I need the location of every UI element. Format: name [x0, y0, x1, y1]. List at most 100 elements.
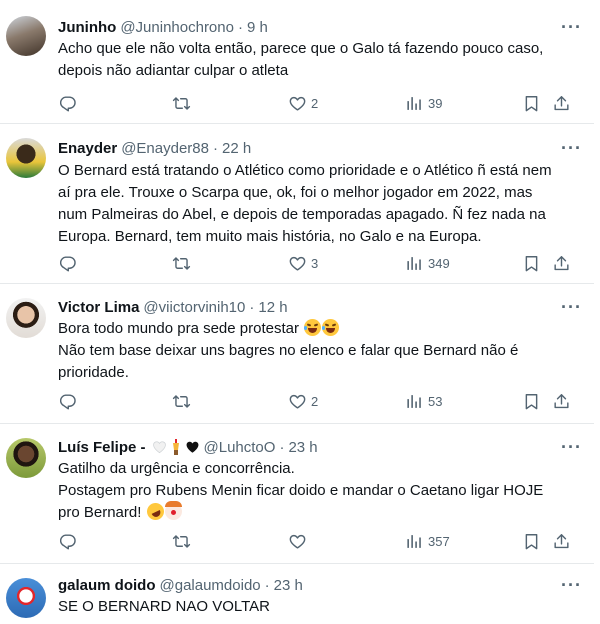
reply-button[interactable] [58, 529, 77, 553]
bookmark-icon [522, 254, 541, 273]
more-icon[interactable]: ··· [561, 296, 582, 318]
timestamp[interactable]: 22 h [222, 140, 251, 157]
author-name[interactable]: Luís Felipe - [58, 439, 146, 456]
tweet-card[interactable]: Victor Lima @viictorvinih10 · 12 h ··· B… [0, 284, 594, 424]
tweet-text: Acho que ele não volta então, parece que… [58, 38, 586, 82]
views-chart-icon [405, 94, 424, 113]
views-button[interactable]: 39 [405, 91, 442, 115]
reply-icon [58, 254, 77, 273]
like-button[interactable]: 2 [288, 91, 318, 115]
text-content: pro Bernard! [58, 504, 142, 521]
tweet-text: Bora todo mundo pra sede protestar Não t… [58, 318, 586, 384]
reply-icon [58, 94, 77, 113]
author-handle[interactable]: @viictorvinih10 [143, 299, 245, 316]
retweet-button[interactable] [172, 529, 191, 553]
reply-icon [58, 392, 77, 411]
tweet-card[interactable]: Enayder @Enayder88 · 22 h ··· O Bernard … [0, 124, 594, 284]
bookmark-button[interactable] [522, 251, 541, 275]
retweet-button[interactable] [172, 251, 191, 275]
text-line: Bora todo mundo pra sede protestar [58, 318, 586, 340]
views-button[interactable]: 357 [405, 529, 450, 553]
separator: · [279, 438, 285, 456]
text-line: Acho que ele não volta então, parece que… [58, 40, 544, 57]
retweet-icon [172, 532, 191, 551]
more-icon[interactable]: ··· [561, 436, 582, 458]
more-icon[interactable]: ··· [561, 574, 582, 596]
like-button[interactable] [288, 529, 311, 553]
like-count: 2 [311, 95, 319, 111]
tweet-header: Luís Felipe - @LuhctoO · 23 h [58, 436, 318, 458]
name-emojis [152, 439, 200, 455]
more-icon[interactable]: ··· [561, 137, 582, 159]
avatar[interactable] [6, 438, 46, 478]
share-button[interactable] [552, 389, 571, 413]
author-name[interactable]: Enayder [58, 140, 117, 157]
views-chart-icon [405, 254, 424, 273]
share-icon [552, 94, 571, 113]
author-handle[interactable]: @LuhctoO [204, 439, 276, 456]
like-button[interactable]: 2 [288, 389, 318, 413]
views-button[interactable]: 53 [405, 389, 442, 413]
timestamp[interactable]: 23 h [288, 439, 317, 456]
share-button[interactable] [552, 251, 571, 275]
retweet-button[interactable] [172, 389, 191, 413]
rooster-icon [172, 439, 179, 455]
avatar[interactable] [6, 138, 46, 178]
retweet-button[interactable] [172, 91, 191, 115]
views-button[interactable]: 349 [405, 251, 450, 275]
like-count: 2 [311, 393, 319, 409]
bookmark-button[interactable] [522, 91, 541, 115]
heart-icon [288, 94, 307, 113]
text-line: Postagem pro Rubens Menin ficar doido e … [58, 482, 544, 499]
bookmark-icon [522, 392, 541, 411]
reply-button[interactable] [58, 389, 77, 413]
text-line: prioridade. [58, 364, 129, 381]
tweet-text: O Bernard está tratando o Atlético como … [58, 160, 586, 248]
like-button[interactable]: 3 [288, 251, 318, 275]
author-name[interactable]: Victor Lima [58, 299, 139, 316]
more-icon[interactable]: ··· [561, 16, 582, 38]
tweet-text: Gatilho da urgência e concorrência. Post… [58, 458, 586, 524]
avatar[interactable] [6, 298, 46, 338]
timestamp[interactable]: 12 h [258, 299, 287, 316]
clown-emoji-icon [164, 501, 182, 520]
author-name[interactable]: galaum doido [58, 577, 156, 594]
bookmark-button[interactable] [522, 389, 541, 413]
tweet-card[interactable]: Juninho @Juninhochrono · 9 h ··· Acho qu… [0, 0, 594, 124]
author-handle[interactable]: @Juninhochrono [120, 19, 234, 36]
bookmark-button[interactable] [522, 529, 541, 553]
author-name[interactable]: Juninho [58, 19, 116, 36]
share-button[interactable] [552, 91, 571, 115]
text-line: O Bernard está tratando o Atlético como … [58, 162, 552, 179]
heart-icon [288, 532, 307, 551]
timestamp[interactable]: 23 h [274, 577, 303, 594]
tweet-card[interactable]: Luís Felipe - @LuhctoO · 23 h ··· Gatilh… [0, 424, 594, 564]
heart-icon [288, 254, 307, 273]
tweet-header: galaum doido @galaumdoido · 23 h [58, 574, 303, 596]
views-count: 39 [428, 95, 443, 111]
avatar[interactable] [6, 578, 46, 618]
action-bar: 3 349 [58, 251, 578, 275]
separator: · [212, 139, 218, 157]
separator: · [264, 576, 270, 594]
white-heart-icon [152, 441, 166, 454]
tweet-card[interactable]: galaum doido @galaumdoido · 23 h ··· SE … [0, 564, 594, 624]
author-handle[interactable]: @galaumdoido [160, 577, 261, 594]
text-line: Gatilho da urgência e concorrência. [58, 460, 295, 477]
text-line: SE O BERNARD NAO VOLTAR [58, 598, 270, 615]
text-line: aí pra ele. Trouxe o Scarpa que, ok, foi… [58, 184, 533, 201]
share-button[interactable] [552, 529, 571, 553]
timestamp[interactable]: 9 h [247, 19, 268, 36]
author-handle[interactable]: @Enayder88 [121, 140, 209, 157]
laughing-emoji-icon [304, 319, 322, 336]
action-bar: 357 [58, 529, 578, 553]
separator: · [249, 298, 255, 316]
text-content: Bora todo mundo pra sede protestar [58, 320, 299, 337]
reply-button[interactable] [58, 251, 77, 275]
retweet-icon [172, 392, 191, 411]
action-bar: 2 39 [58, 91, 578, 115]
tweet-header: Juninho @Juninhochrono · 9 h [58, 16, 268, 38]
rofl-emoji-icon [143, 500, 167, 523]
reply-button[interactable] [58, 91, 77, 115]
avatar[interactable] [6, 16, 46, 56]
